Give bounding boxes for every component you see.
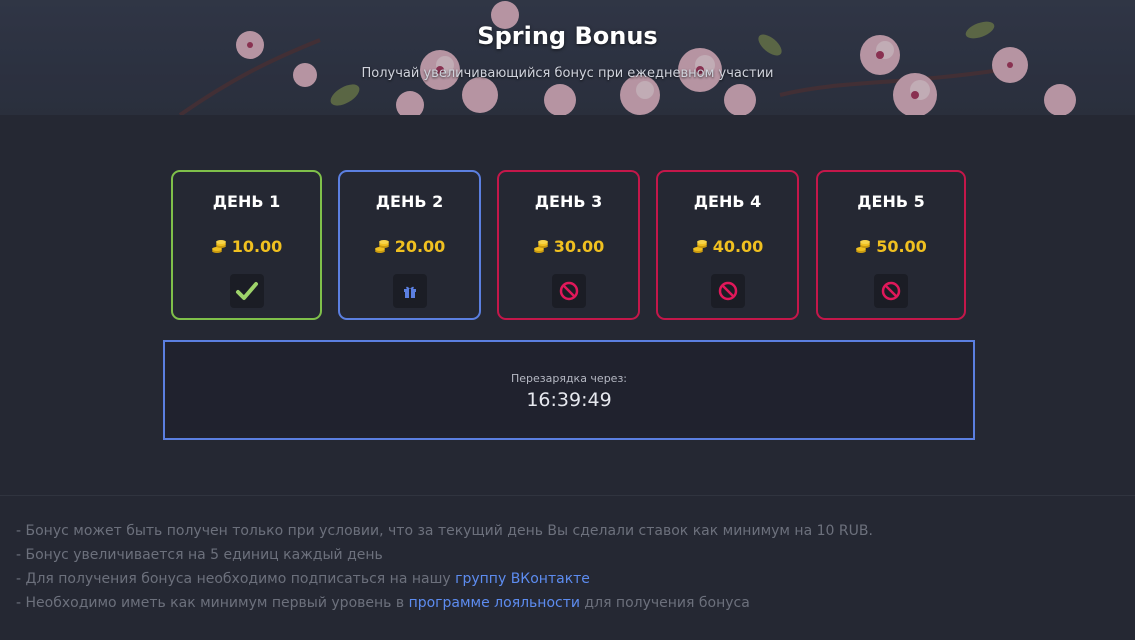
day-label: ДЕНЬ 1 — [212, 192, 281, 211]
day-amount: 10.00 — [173, 237, 320, 256]
day-card-2[interactable]: ДЕНЬ 2 20.00 — [338, 170, 481, 320]
prohibited-icon — [718, 281, 737, 301]
cherry-blossom-illustration — [0, 0, 1135, 115]
day-card-5: ДЕНЬ 5 50.00 — [816, 170, 966, 320]
day-label: ДЕНЬ 2 — [375, 192, 444, 211]
day-label: ДЕНЬ 5 — [857, 192, 925, 211]
day-card-3: ДЕНЬ 3 30.00 — [497, 170, 640, 320]
page-title: Spring Bonus — [477, 22, 658, 50]
rule-item: - Необходимо иметь как минимум первый ур… — [16, 595, 750, 611]
day-label: ДЕНЬ 4 — [693, 192, 762, 211]
amount-value: 20.00 — [394, 237, 446, 256]
loyalty-program-link[interactable]: программе лояльности — [409, 595, 580, 611]
amount-value: 10.00 — [231, 237, 283, 256]
claimed-status-tile — [229, 274, 264, 308]
coins-icon — [692, 240, 707, 253]
cooldown-timer: Перезарядка через: 16:39:49 — [163, 340, 975, 440]
locked-status-tile — [874, 274, 908, 308]
promo-banner: Spring Bonus Получай увеличивающийся бон… — [0, 0, 1135, 115]
vk-group-link[interactable]: группу ВКонтакте — [455, 571, 590, 587]
gift-icon — [403, 286, 416, 298]
rule-item: - Бонус увеличивается на 5 единиц каждый… — [16, 547, 383, 563]
coins-icon — [374, 240, 389, 253]
amount-value: 40.00 — [712, 237, 764, 256]
amount-value: 50.00 — [876, 237, 927, 256]
bonus-rules: - Бонус может быть получен только при ус… — [16, 519, 1116, 615]
day-amount: 20.00 — [340, 237, 479, 256]
rule-item: - Для получения бонуса необходимо подпис… — [16, 571, 590, 587]
claim-bonus-button[interactable] — [392, 274, 427, 308]
day-label: ДЕНЬ 3 — [534, 192, 603, 211]
coins-icon — [856, 240, 871, 253]
page-subtitle: Получай увеличивающийся бонус при ежедне… — [361, 66, 774, 81]
day-card-4: ДЕНЬ 4 40.00 — [656, 170, 799, 320]
timer-value: 16:39:49 — [526, 389, 612, 411]
rule-item: - Бонус может быть получен только при ус… — [16, 523, 873, 539]
coins-icon — [533, 240, 548, 253]
prohibited-icon — [881, 281, 901, 301]
daily-bonus-list: ДЕНЬ 1 10.00 ДЕНЬ 2 20.00 ДЕНЬ 3 30.00 Д… — [0, 170, 1135, 320]
coins-icon — [211, 240, 226, 253]
day-amount: 30.00 — [499, 237, 638, 256]
prohibited-icon — [559, 281, 578, 301]
day-amount: 50.00 — [818, 237, 964, 256]
timer-label: Перезарядка через: — [510, 372, 628, 385]
amount-value: 30.00 — [553, 237, 605, 256]
day-amount: 40.00 — [658, 237, 797, 256]
day-card-1: ДЕНЬ 1 10.00 — [171, 170, 322, 320]
locked-status-tile — [710, 274, 745, 308]
checkmark-icon — [235, 282, 258, 300]
divider — [0, 495, 1135, 496]
locked-status-tile — [551, 274, 586, 308]
